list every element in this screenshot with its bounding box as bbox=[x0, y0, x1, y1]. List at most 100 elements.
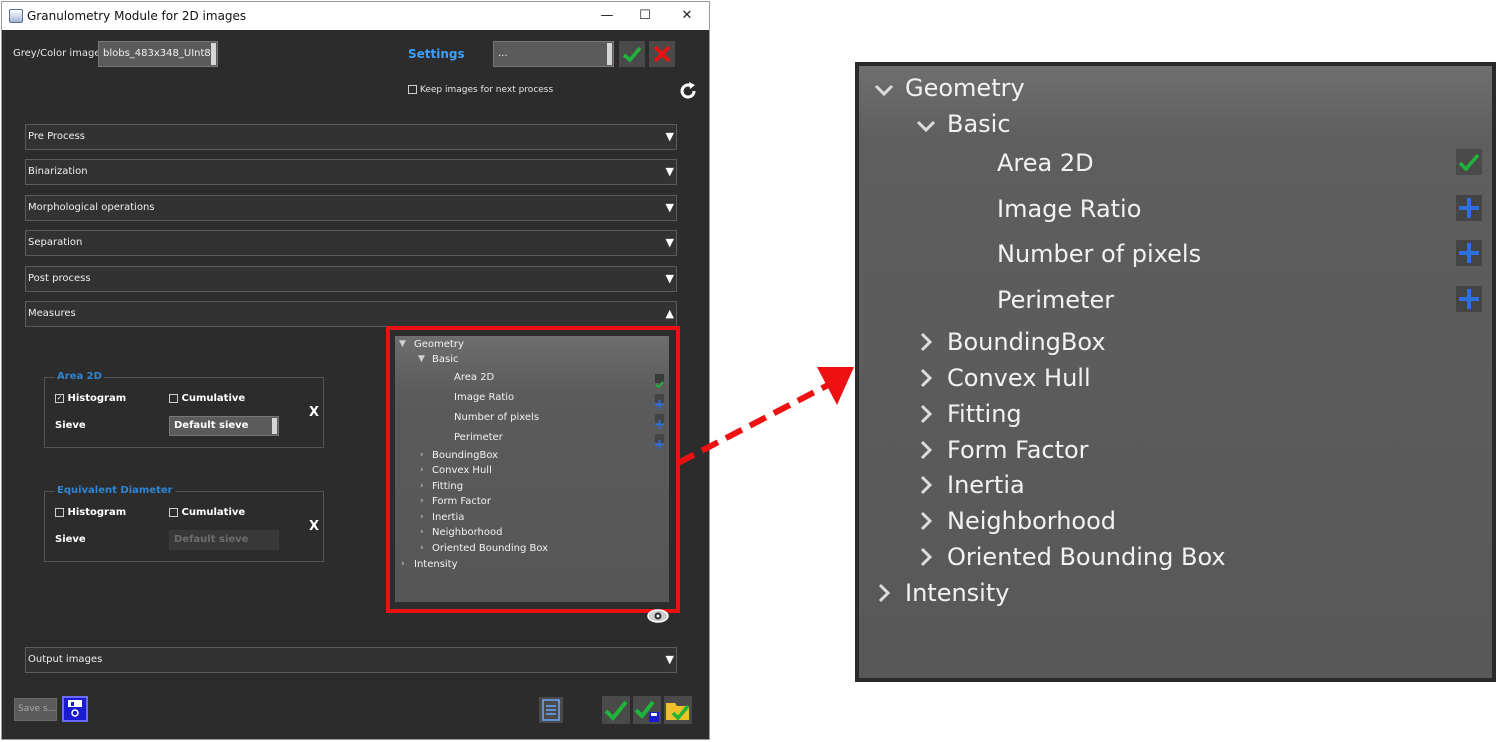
sieve-label: Sieve bbox=[55, 420, 86, 431]
keep-images-option[interactable]: Keep images for next process bbox=[408, 85, 553, 95]
section-pre-process[interactable]: Pre Process ▼ bbox=[25, 124, 677, 150]
section-label: Pre Process bbox=[28, 131, 86, 142]
window-title: Granulometry Module for 2D images bbox=[27, 9, 247, 23]
plus-icon[interactable] bbox=[1456, 240, 1482, 266]
chevron-down-icon[interactable] bbox=[873, 79, 895, 101]
folder-check-icon[interactable] bbox=[664, 696, 692, 724]
caret-down-icon: ▼ bbox=[665, 165, 674, 178]
measure-group-area-2d: Area 2D ✓ Histogram Cumulative Sieve Def… bbox=[44, 371, 324, 448]
caret-down-icon: ▼ bbox=[665, 236, 674, 249]
histogram-checkbox[interactable] bbox=[55, 507, 64, 517]
section-binarization[interactable]: Binarization ▼ bbox=[25, 159, 677, 185]
check-icon[interactable] bbox=[1456, 149, 1482, 175]
caret-down-icon: ▼ bbox=[665, 130, 674, 143]
section-post-process[interactable]: Post process ▼ bbox=[25, 266, 677, 292]
report-icon[interactable] bbox=[539, 697, 563, 723]
close-button[interactable]: ✕ bbox=[672, 6, 702, 26]
tree-node-convex-hull[interactable]: Convex Hull bbox=[947, 364, 1091, 392]
app-window: Granulometry Module for 2D images — ☐ ✕ … bbox=[1, 1, 710, 740]
delete-settings-button[interactable] bbox=[649, 41, 675, 67]
tree-node-neighborhood[interactable]: Neighborhood bbox=[947, 507, 1116, 535]
caret-down-icon: ▼ bbox=[665, 653, 674, 666]
tree-node-boundingbox[interactable]: BoundingBox bbox=[947, 328, 1106, 356]
settings-select[interactable]: ... bbox=[493, 41, 614, 67]
keep-images-label: Keep images for next process bbox=[419, 85, 554, 95]
section-label: Binarization bbox=[28, 166, 88, 177]
group-title: Area 2D bbox=[55, 371, 104, 382]
chevron-right-icon[interactable] bbox=[917, 510, 935, 532]
image-select-value: blobs_483x348_UInt8 bbox=[103, 48, 211, 59]
chevron-right-icon[interactable] bbox=[917, 439, 935, 461]
tree-node-oriented-bounding-box[interactable]: Oriented Bounding Box bbox=[947, 543, 1226, 571]
check-icon bbox=[622, 46, 642, 63]
section-separation[interactable]: Separation ▼ bbox=[25, 230, 677, 256]
measure-group-equivalent-diameter: Equivalent Diameter Histogram Cumulative… bbox=[44, 485, 324, 562]
cumulative-checkbox[interactable] bbox=[169, 507, 178, 517]
tree-node-basic[interactable]: Basic bbox=[947, 110, 1011, 138]
chevron-right-icon[interactable] bbox=[917, 331, 935, 353]
image-select[interactable]: blobs_483x348_UInt8 bbox=[98, 41, 218, 67]
image-label: Grey/Color image bbox=[13, 48, 101, 59]
tree-leaf-number-of-pixels[interactable]: Number of pixels bbox=[997, 240, 1201, 268]
settings-select-value: ... bbox=[498, 48, 508, 59]
eye-icon[interactable] bbox=[647, 608, 669, 624]
remove-measure-button[interactable]: X bbox=[309, 405, 319, 420]
maximize-button[interactable]: ☐ bbox=[630, 6, 660, 26]
sieve-select-value: Default sieve bbox=[174, 420, 249, 431]
caret-up-icon: ▲ bbox=[665, 307, 674, 320]
caret-down-icon: ▼ bbox=[665, 272, 674, 285]
tree-leaf-perimeter[interactable]: Perimeter bbox=[997, 286, 1114, 314]
chevron-down-icon bbox=[607, 43, 612, 65]
chevron-right-icon[interactable] bbox=[917, 367, 935, 389]
tree-node-fitting[interactable]: Fitting bbox=[947, 400, 1022, 428]
tree-leaf-area-2d[interactable]: Area 2D bbox=[997, 149, 1094, 177]
histogram-option[interactable]: ✓ Histogram bbox=[55, 393, 126, 404]
tree-leaf-image-ratio[interactable]: Image Ratio bbox=[997, 195, 1141, 223]
sieve-select[interactable]: Default sieve bbox=[169, 416, 279, 436]
chevron-right-icon[interactable] bbox=[917, 474, 935, 496]
close-icon bbox=[653, 45, 671, 63]
settings-label: Settings bbox=[408, 47, 465, 61]
cumulative-option[interactable]: Cumulative bbox=[169, 507, 245, 518]
chevron-right-icon[interactable] bbox=[917, 403, 935, 425]
histogram-label: Histogram bbox=[67, 393, 127, 404]
measure-tree-zoomed: Geometry Basic Area 2D Image Ratio Numbe… bbox=[855, 62, 1496, 682]
tree-node-intensity[interactable]: Intensity bbox=[905, 579, 1009, 607]
minimize-button[interactable]: — bbox=[592, 6, 622, 26]
histogram-checkbox[interactable]: ✓ bbox=[55, 393, 64, 403]
cumulative-checkbox[interactable] bbox=[169, 393, 178, 403]
group-title: Equivalent Diameter bbox=[55, 485, 175, 496]
caret-down-icon: ▼ bbox=[665, 201, 674, 214]
sieve-select-value: Default sieve bbox=[174, 534, 249, 545]
tree-node-form-factor[interactable]: Form Factor bbox=[947, 436, 1089, 464]
section-output-images[interactable]: Output images ▼ bbox=[25, 647, 677, 673]
histogram-option[interactable]: Histogram bbox=[55, 507, 126, 518]
plus-icon[interactable] bbox=[1456, 195, 1482, 221]
cumulative-option[interactable]: Cumulative bbox=[169, 393, 245, 404]
section-measures[interactable]: Measures ▲ bbox=[25, 301, 677, 327]
section-label: Morphological operations bbox=[28, 202, 155, 213]
highlight-box bbox=[386, 326, 680, 613]
keep-images-checkbox[interactable] bbox=[408, 85, 417, 94]
save-disk-icon[interactable] bbox=[62, 696, 88, 722]
section-morphological-operations[interactable]: Morphological operations ▼ bbox=[25, 195, 677, 221]
remove-measure-button[interactable]: X bbox=[309, 519, 319, 534]
section-label: Output images bbox=[28, 654, 103, 665]
save-settings-button[interactable]: Save s... bbox=[14, 698, 57, 721]
chevron-down-icon[interactable] bbox=[915, 115, 937, 137]
plus-icon[interactable] bbox=[1456, 286, 1482, 312]
histogram-label: Histogram bbox=[67, 507, 127, 518]
apply-save-icon[interactable] bbox=[633, 696, 661, 724]
chevron-right-icon[interactable] bbox=[917, 546, 935, 568]
section-label: Separation bbox=[28, 237, 83, 248]
tree-node-inertia[interactable]: Inertia bbox=[947, 471, 1025, 499]
title-bar: Granulometry Module for 2D images — ☐ ✕ bbox=[2, 2, 709, 30]
tree-node-geometry[interactable]: Geometry bbox=[905, 74, 1025, 102]
chevron-down-icon bbox=[211, 43, 216, 65]
chevron-right-icon[interactable] bbox=[875, 582, 893, 604]
section-label: Post process bbox=[28, 273, 91, 284]
refresh-icon[interactable] bbox=[678, 81, 698, 101]
zoom-arrow bbox=[676, 367, 854, 466]
apply-check-icon[interactable] bbox=[602, 696, 630, 724]
apply-settings-button[interactable] bbox=[619, 41, 645, 67]
